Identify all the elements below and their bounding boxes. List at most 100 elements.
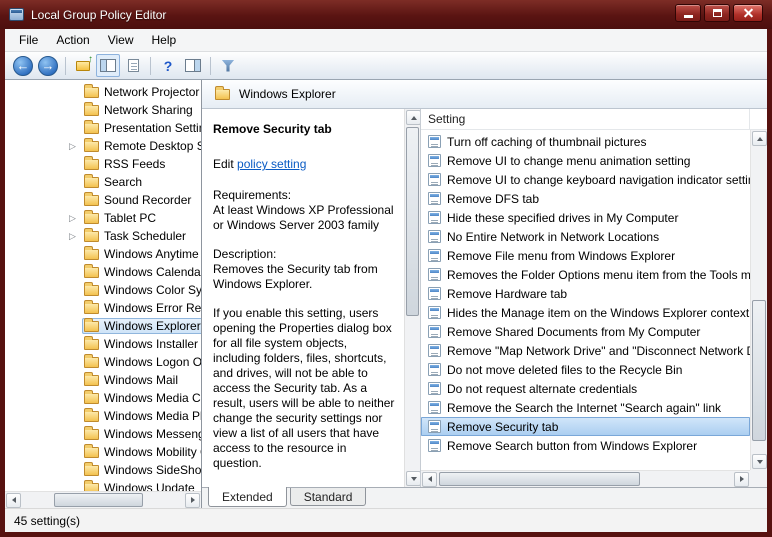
menu-action[interactable]: Action xyxy=(47,30,98,50)
policy-setting-icon xyxy=(428,192,441,205)
close-icon xyxy=(743,8,754,19)
tree-item[interactable]: Windows SideShow xyxy=(5,461,201,479)
description-vertical-scrollbar[interactable] xyxy=(404,109,420,487)
setting-column-header[interactable]: Setting xyxy=(421,109,750,129)
menu-view[interactable]: View xyxy=(99,30,143,50)
setting-row[interactable]: Remove "Map Network Drive" and "Disconne… xyxy=(421,341,750,360)
expand-icon[interactable]: ▷ xyxy=(69,213,82,223)
setting-row[interactable]: Do not request alternate credentials xyxy=(421,379,750,398)
setting-row[interactable]: Do not move deleted files to the Recycle… xyxy=(421,360,750,379)
back-icon: ← xyxy=(13,55,33,76)
tree-item[interactable]: Windows Messenger xyxy=(5,425,201,443)
status-bar: 45 setting(s) xyxy=(5,508,767,532)
setting-row[interactable]: Hide these specified drives in My Comput… xyxy=(421,208,750,227)
tree-item[interactable]: Windows Mobility Center xyxy=(5,443,201,461)
close-button[interactable] xyxy=(733,4,763,22)
scroll-down-button[interactable] xyxy=(406,471,420,486)
setting-row-selected[interactable]: Remove Security tab xyxy=(421,417,750,436)
settings-list: Turn off caching of thumbnail pictures R… xyxy=(421,130,750,470)
setting-row[interactable]: Remove Hardware tab xyxy=(421,284,750,303)
scroll-up-button[interactable] xyxy=(752,131,767,146)
tree-item[interactable]: Windows Color System xyxy=(5,281,201,299)
main-content: Network Projector Network Sharing Presen… xyxy=(5,80,767,508)
tree-item[interactable]: Windows Media Center xyxy=(5,389,201,407)
scroll-left-button[interactable] xyxy=(6,492,21,508)
expand-icon[interactable]: ▷ xyxy=(69,141,82,151)
tree-item[interactable]: Network Sharing xyxy=(5,101,201,119)
folder-icon xyxy=(84,263,99,278)
tab-standard[interactable]: Standard xyxy=(289,488,367,506)
tree-item[interactable]: ▷ Task Scheduler xyxy=(5,227,201,245)
list-hscroll-track[interactable] xyxy=(438,471,733,487)
filter-icon xyxy=(221,59,235,72)
tree-item[interactable]: Network Projector xyxy=(5,83,201,101)
tree-item[interactable]: Windows Mail xyxy=(5,371,201,389)
setting-row[interactable]: Turn off caching of thumbnail pictures xyxy=(421,132,750,151)
menu-file[interactable]: File xyxy=(10,30,47,50)
minimize-button[interactable] xyxy=(675,4,701,22)
tree-hscroll-thumb[interactable] xyxy=(54,493,144,507)
setting-row[interactable]: Remove UI to change keyboard navigation … xyxy=(421,170,750,189)
scroll-right-button[interactable] xyxy=(185,492,200,508)
export-list-button[interactable] xyxy=(121,54,145,77)
forward-icon: → xyxy=(38,55,58,76)
list-vscroll-track[interactable] xyxy=(751,147,767,453)
scroll-down-button[interactable] xyxy=(752,454,767,469)
tree-item[interactable]: Windows Update xyxy=(5,479,201,491)
menu-help[interactable]: Help xyxy=(143,30,186,50)
setting-row[interactable]: Remove UI to change menu animation setti… xyxy=(421,151,750,170)
requirements-text: At least Windows XP Professional or Wind… xyxy=(213,203,394,232)
folder-icon xyxy=(84,191,99,206)
titlebar[interactable]: Local Group Policy Editor xyxy=(0,0,772,29)
toolbar-separator xyxy=(150,56,151,75)
status-text: 45 setting(s) xyxy=(14,513,81,528)
policy-setting-icon xyxy=(428,211,441,224)
list-horizontal-scrollbar[interactable] xyxy=(421,470,750,487)
help-button[interactable]: ? xyxy=(156,54,180,77)
tree-hscroll-track[interactable] xyxy=(22,492,184,508)
show-hide-console-tree-button[interactable] xyxy=(96,54,120,77)
tree-item[interactable]: Windows Installer xyxy=(5,335,201,353)
setting-row[interactable]: Remove the Search the Internet "Search a… xyxy=(421,398,750,417)
right-region: Windows Explorer Remove Security tab Edi… xyxy=(202,80,767,508)
tree-item[interactable]: RSS Feeds xyxy=(5,155,201,173)
back-button[interactable]: ← xyxy=(11,54,35,77)
list-vertical-scrollbar[interactable] xyxy=(750,130,767,470)
tree-item[interactable]: Windows Error Reporting xyxy=(5,299,201,317)
setting-row[interactable]: Remove Shared Documents from My Computer xyxy=(421,322,750,341)
tree-item[interactable]: Presentation Settings xyxy=(5,119,201,137)
setting-row[interactable]: Remove DFS tab xyxy=(421,189,750,208)
current-node-title: Windows Explorer xyxy=(239,87,336,101)
scroll-right-button[interactable] xyxy=(734,471,749,487)
edit-policy-setting-link[interactable]: policy setting xyxy=(237,157,306,171)
setting-row[interactable]: Remove File menu from Windows Explorer xyxy=(421,246,750,265)
setting-row[interactable]: Removes the Folder Options menu item fro… xyxy=(421,265,750,284)
tree-item[interactable]: Search xyxy=(5,173,201,191)
tree-horizontal-scrollbar[interactable] xyxy=(5,491,201,508)
tree-item[interactable]: ▷ Tablet PC xyxy=(5,209,201,227)
filter-button[interactable] xyxy=(216,54,240,77)
setting-row[interactable]: No Entire Network in Network Locations xyxy=(421,227,750,246)
maximize-button[interactable] xyxy=(704,4,730,22)
tree-item[interactable]: Windows Media Player xyxy=(5,407,201,425)
tree-item[interactable]: Windows Anytime Upgrade xyxy=(5,245,201,263)
tree-item-selected[interactable]: Windows Explorer xyxy=(5,317,201,335)
setting-row[interactable]: Hides the Manage item on the Windows Exp… xyxy=(421,303,750,322)
tab-extended[interactable]: Extended xyxy=(208,487,287,507)
tree-item[interactable]: Sound Recorder xyxy=(5,191,201,209)
scroll-left-button[interactable] xyxy=(422,471,437,487)
description-vscroll-thumb[interactable] xyxy=(406,127,419,317)
expand-icon[interactable]: ▷ xyxy=(69,231,82,241)
show-hide-action-pane-button[interactable] xyxy=(181,54,205,77)
forward-button[interactable]: → xyxy=(36,54,60,77)
list-vscroll-thumb[interactable] xyxy=(752,300,766,441)
folder-icon xyxy=(84,461,99,476)
scroll-up-button[interactable] xyxy=(406,110,420,125)
tree-item[interactable]: ▷Remote Desktop Services xyxy=(5,137,201,155)
tree-item[interactable]: Windows Logon Options xyxy=(5,353,201,371)
setting-row[interactable]: Remove Search button from Windows Explor… xyxy=(421,436,750,455)
description-vscroll-track[interactable] xyxy=(405,126,420,470)
up-one-level-button[interactable] xyxy=(71,54,95,77)
list-hscroll-thumb[interactable] xyxy=(439,472,640,486)
tree-item[interactable]: Windows Calendar xyxy=(5,263,201,281)
